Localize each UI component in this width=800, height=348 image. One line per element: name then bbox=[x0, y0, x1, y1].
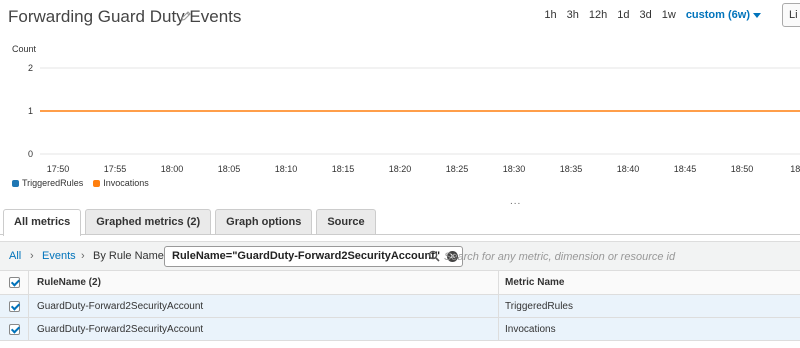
range-custom[interactable]: custom (6w) bbox=[681, 9, 766, 21]
column-divider bbox=[28, 271, 29, 294]
range-1d[interactable]: 1d bbox=[612, 9, 634, 21]
x-tick-label: 18:00 bbox=[161, 164, 184, 174]
legend-label: Invocations bbox=[103, 178, 149, 188]
edit-pencil-icon[interactable] bbox=[180, 10, 192, 22]
breadcrumb-events[interactable]: Events bbox=[42, 250, 76, 262]
graph-title: Forwarding Guard Duty Events bbox=[8, 7, 242, 26]
legend-swatch bbox=[93, 180, 101, 187]
row-checkbox[interactable] bbox=[9, 324, 20, 335]
legend-label: TriggeredRules bbox=[22, 178, 84, 188]
range-1w[interactable]: 1w bbox=[657, 9, 681, 21]
x-tick-label: 18:30 bbox=[503, 164, 526, 174]
metrics-table: RuleName (2) Metric Name GuardDuty-Forwa… bbox=[0, 271, 800, 341]
tab-divider bbox=[0, 234, 800, 235]
chevron-right-icon: › bbox=[30, 250, 34, 262]
x-tick-label: 18:5 bbox=[790, 164, 800, 174]
x-tick-label: 18:10 bbox=[275, 164, 298, 174]
tab-all-metrics[interactable]: All metrics bbox=[3, 209, 82, 236]
breadcrumb-events-link[interactable]: Events bbox=[42, 250, 76, 262]
cell-rulename: GuardDuty-Forward2SecurityAccount bbox=[37, 324, 204, 335]
y-tick-label: 2 bbox=[28, 63, 33, 73]
metric-search-input[interactable] bbox=[442, 248, 792, 266]
column-divider bbox=[28, 295, 29, 317]
search-icon bbox=[428, 250, 440, 262]
column-divider bbox=[28, 318, 29, 340]
chart-legend: TriggeredRules Invocations bbox=[12, 178, 149, 188]
y-tick-label: 1 bbox=[28, 106, 33, 116]
cell-rulename: GuardDuty-Forward2SecurityAccount bbox=[37, 301, 204, 312]
legend-item-invocations[interactable]: Invocations bbox=[93, 178, 149, 188]
x-tick-label: 18:45 bbox=[674, 164, 697, 174]
select-all-checkbox[interactable] bbox=[9, 277, 20, 288]
metrics-line-chart: Count 0 1 2 17:50 17:55 18:00 18:05 18:10 18:15 18… bbox=[12, 44, 800, 174]
filter-bar: All › Events › By Rule Name RuleName="Gu… bbox=[0, 241, 800, 271]
resize-handle[interactable]: ... bbox=[510, 196, 521, 207]
tab-graph-options[interactable]: Graph options bbox=[215, 209, 313, 235]
graph-type-dropdown[interactable]: Li bbox=[782, 3, 800, 27]
breadcrumb-all-link[interactable]: All bbox=[9, 250, 21, 262]
time-range-selector: 1h 3h 12h 1d 3d 1w custom (6w) bbox=[539, 9, 766, 21]
filter-token[interactable]: RuleName="GuardDuty-Forward2SecurityAcco… bbox=[164, 246, 464, 267]
x-tick-label: 18:25 bbox=[446, 164, 469, 174]
tab-graphed-metrics[interactable]: Graphed metrics (2) bbox=[85, 209, 212, 235]
legend-item-triggeredrules[interactable]: TriggeredRules bbox=[12, 178, 83, 188]
column-divider bbox=[498, 271, 499, 294]
chevron-down-icon bbox=[753, 12, 761, 18]
row-checkbox[interactable] bbox=[9, 301, 20, 312]
column-divider bbox=[498, 295, 499, 317]
breadcrumb-by-rule-name: By Rule Name bbox=[93, 250, 164, 262]
x-tick-label: 18:15 bbox=[332, 164, 355, 174]
tab-source[interactable]: Source bbox=[316, 209, 376, 235]
cell-metric-name: TriggeredRules bbox=[505, 301, 573, 312]
column-header-rulename[interactable]: RuleName (2) bbox=[37, 277, 101, 288]
range-custom-label: custom (6w) bbox=[685, 9, 750, 21]
range-12h[interactable]: 12h bbox=[584, 9, 612, 21]
y-axis-label: Count bbox=[12, 44, 37, 54]
filter-token-label: RuleName="GuardDuty-Forward2SecurityAcco… bbox=[172, 250, 441, 262]
range-1h[interactable]: 1h bbox=[539, 9, 561, 21]
table-row[interactable]: GuardDuty-Forward2SecurityAccount Invoca… bbox=[0, 318, 800, 341]
table-row[interactable]: GuardDuty-Forward2SecurityAccount Trigge… bbox=[0, 295, 800, 318]
chevron-right-icon: › bbox=[81, 250, 85, 262]
y-tick-label: 0 bbox=[28, 149, 33, 159]
column-header-metric-name[interactable]: Metric Name bbox=[505, 277, 564, 288]
table-header-row: RuleName (2) Metric Name bbox=[0, 271, 800, 295]
x-tick-label: 17:55 bbox=[104, 164, 127, 174]
x-tick-label: 18:40 bbox=[617, 164, 640, 174]
cell-metric-name: Invocations bbox=[505, 324, 556, 335]
column-divider bbox=[498, 318, 499, 340]
x-tick-label: 18:05 bbox=[218, 164, 241, 174]
legend-swatch bbox=[12, 180, 19, 187]
metrics-tabs: All metrics Graphed metrics (2) Graph op… bbox=[3, 209, 376, 236]
x-tick-label: 18:20 bbox=[389, 164, 412, 174]
x-tick-label: 17:50 bbox=[47, 164, 70, 174]
graph-header: Forwarding Guard Duty Events 1h 3h 12h 1… bbox=[0, 0, 800, 34]
x-tick-label: 18:50 bbox=[731, 164, 754, 174]
x-tick-label: 18:35 bbox=[560, 164, 583, 174]
range-3h[interactable]: 3h bbox=[562, 9, 584, 21]
breadcrumb-all[interactable]: All bbox=[9, 250, 21, 262]
range-3d[interactable]: 3d bbox=[635, 9, 657, 21]
